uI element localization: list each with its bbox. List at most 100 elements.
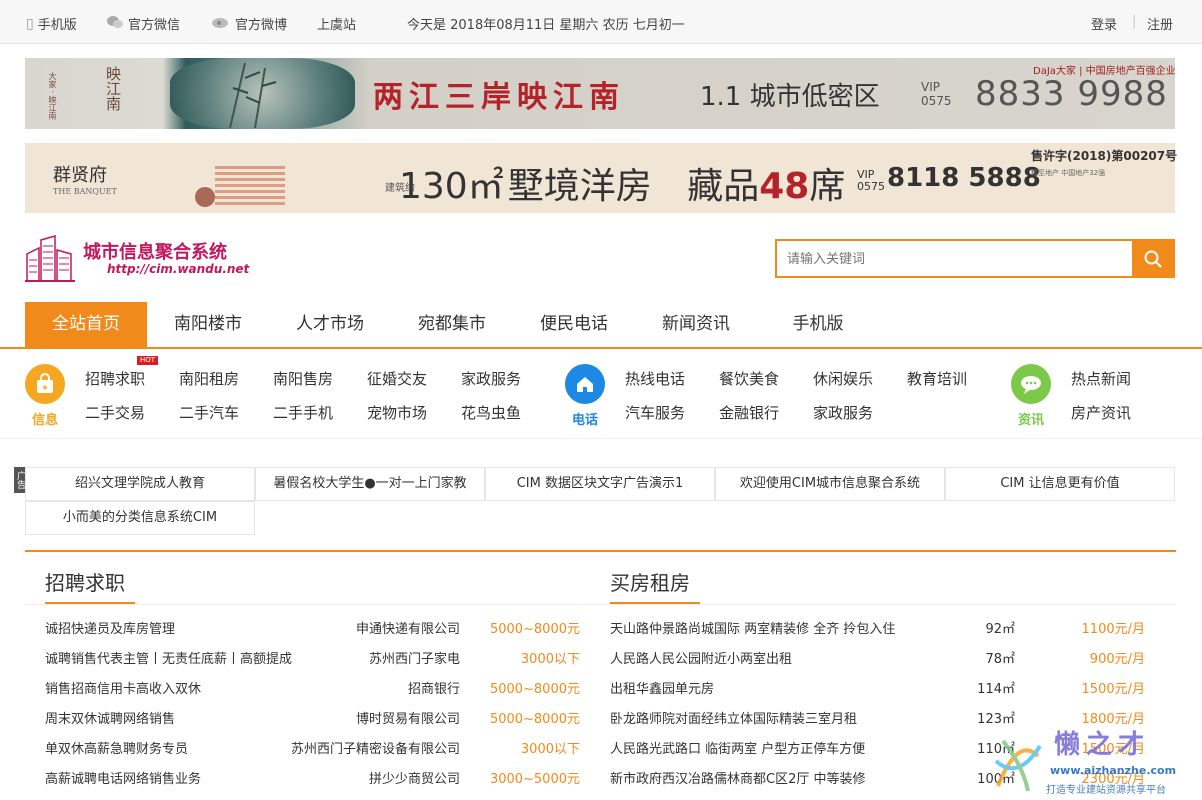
- cat-used-car[interactable]: 二手汽车: [179, 402, 239, 423]
- cat-rent[interactable]: 南阳租房: [179, 368, 239, 389]
- hot-badge: HOT: [137, 356, 159, 365]
- cat-dating[interactable]: 征婚交友: [367, 368, 427, 389]
- login-link[interactable]: 登录: [1091, 14, 1117, 33]
- housing-header: 买房租房: [590, 552, 1176, 605]
- watermark-url: www.aizhanzhe.com: [1050, 764, 1177, 777]
- job-title[interactable]: 诚招快递员及库房管理: [45, 615, 175, 645]
- job-row[interactable]: 诚招快递员及库房管理 申通快递有限公司 5000~8000元: [45, 615, 580, 645]
- banner2-pieces-prefix: 藏品: [687, 166, 760, 207]
- house-area: 78㎡: [985, 652, 1015, 667]
- info-category[interactable]: ★ 信息: [25, 364, 65, 428]
- wechat-link[interactable]: 官方微信: [106, 14, 180, 33]
- register-link[interactable]: 注册: [1147, 14, 1173, 33]
- banner2-permit: 售许字(2018)第00207号: [1031, 149, 1178, 163]
- house-title[interactable]: 卧龙路师院对面经纬立体国际精装三室月租: [610, 705, 857, 735]
- job-company: 苏州西门子精密设备有限公司: [290, 742, 460, 757]
- banner2-fine: 精至地产 中国地产32强: [1031, 169, 1106, 177]
- cat-secondhand[interactable]: 二手交易: [85, 402, 145, 423]
- job-title[interactable]: 诚聘销售代表主管丨无责任底薪丨高额提成: [45, 645, 292, 675]
- cat-hotline[interactable]: 热线电话: [625, 368, 685, 389]
- site-logo[interactable]: 城市信息聚合系统 http://cim.wandu.net: [25, 234, 255, 284]
- job-row[interactable]: 单双休高薪急聘财务专员 苏州西门子精密设备有限公司 3000以下: [45, 735, 580, 765]
- site-switch-link[interactable]: 上虞站: [317, 14, 356, 33]
- jobs-title[interactable]: 招聘求职: [45, 567, 125, 596]
- cat-housekeeping[interactable]: 家政服务: [461, 368, 521, 389]
- cat-food[interactable]: 餐饮美食: [719, 368, 779, 389]
- tab-phonebook[interactable]: 便民电话: [513, 302, 635, 347]
- tab-market[interactable]: 宛都集市: [391, 302, 513, 347]
- cat-auto[interactable]: 汽车服务: [625, 402, 685, 423]
- text-ad-4[interactable]: 欢迎使用CIM城市信息聚合系统: [715, 467, 945, 501]
- house-title[interactable]: 出租华鑫园单元房: [610, 675, 714, 705]
- tab-property[interactable]: 南阳楼市: [147, 302, 269, 347]
- banner1-vip: VIP 0575: [921, 80, 952, 108]
- cat-pets[interactable]: 宠物市场: [367, 402, 427, 423]
- search-input[interactable]: [787, 249, 1127, 269]
- job-title[interactable]: 销售招商信用卡高收入双休: [45, 675, 201, 705]
- cat-jobs[interactable]: 招聘求职: [85, 368, 145, 389]
- job-title[interactable]: 高薪诚聘电话网络销售业务: [45, 765, 201, 795]
- watermark-name: 懒之才: [1054, 730, 1151, 760]
- job-company: 拼少少商贸公司: [368, 772, 460, 787]
- cat-property-news[interactable]: 房产资讯: [1071, 402, 1131, 423]
- text-ad-2[interactable]: 暑假名校大学生●一对一上门家教: [255, 467, 485, 501]
- tab-home[interactable]: 全站首页: [25, 302, 147, 347]
- house-title[interactable]: 人民路人民公园附近小两室出租: [610, 645, 792, 675]
- search-button[interactable]: [1132, 241, 1173, 276]
- house-title[interactable]: 人民路光武路口 临街两室 户型方正停车方便: [610, 735, 865, 765]
- mobile-link[interactable]: ▯ 手机版: [26, 14, 77, 34]
- cat-flowers[interactable]: 花鸟虫鱼: [461, 402, 521, 423]
- house-row[interactable]: 出租华鑫园单元房 114㎡ 1500元/月: [610, 675, 1145, 705]
- job-salary: 3000~5000元: [489, 772, 580, 787]
- weibo-link[interactable]: 官方微博: [211, 14, 287, 33]
- text-ad-1[interactable]: 绍兴文理学院成人教育: [25, 467, 255, 501]
- banner2-phone: 8118 5888: [887, 163, 1041, 193]
- job-title[interactable]: 单双休高薪急聘财务专员: [45, 735, 188, 765]
- job-row[interactable]: 周末双休诚聘网络销售 博时贸易有限公司 5000~8000元: [45, 705, 580, 735]
- phone-category[interactable]: 电话: [565, 364, 605, 428]
- cat-education[interactable]: 教育培训: [907, 368, 967, 389]
- main-nav: 全站首页 南阳楼市 人才市场 宛都集市 便民电话 新闻资讯 手机版: [0, 302, 1202, 349]
- home-icon: [565, 364, 605, 404]
- mobile-label: 手机版: [37, 18, 77, 33]
- topbar-divider: |: [1132, 14, 1137, 29]
- jobs-header: 招聘求职: [25, 552, 595, 605]
- svg-text:★: ★: [41, 383, 48, 392]
- text-ad-3[interactable]: CIM 数据区块文字广告演示1: [485, 467, 715, 501]
- house-area: 92㎡: [985, 622, 1015, 637]
- cat-leisure[interactable]: 休闲娱乐: [813, 368, 873, 389]
- news-category[interactable]: 资讯: [1011, 364, 1051, 428]
- tab-news[interactable]: 新闻资讯: [635, 302, 757, 347]
- house-title[interactable]: 天山路仲景路尚城国际 两室精装修 全齐 拎包入住: [610, 615, 895, 645]
- banner2-size-title: 墅境洋房: [507, 166, 652, 207]
- job-salary: 5000~8000元: [489, 622, 580, 637]
- house-row[interactable]: 天山路仲景路尚城国际 两室精装修 全齐 拎包入住 92㎡ 1100元/月: [610, 615, 1145, 645]
- ad-banner-2[interactable]: 群贤府 THE BANQUET 建筑约130㎡ 墅境洋房 藏品48席 VIP 05…: [25, 143, 1178, 213]
- house-title[interactable]: 新市政府西汉冶路儒林商都C区2厅 中等装修: [610, 765, 865, 795]
- cat-finance[interactable]: 金融银行: [719, 402, 779, 423]
- text-ad-5[interactable]: CIM 让信息更有价值: [945, 467, 1175, 501]
- job-row[interactable]: 销售招商信用卡高收入双休 招商银行 5000~8000元: [45, 675, 580, 705]
- job-row[interactable]: 诚聘销售代表主管丨无责任底薪丨高额提成 苏州西门子家电 3000以下: [45, 645, 580, 675]
- ad-banner-1[interactable]: 大家 · 映江南 映江南 两江三岸映江南 1.1 城市低密区 VIP 0575 …: [25, 58, 1176, 129]
- site-watermark: 懒之才 www.aizhanzhe.com 打造专业建站资源共享平台: [988, 720, 1202, 800]
- tree-image: [195, 187, 215, 207]
- cat-sale[interactable]: 南阳售房: [273, 368, 333, 389]
- cat-hot-news[interactable]: 热点新闻: [1071, 368, 1131, 389]
- banner2-vip: VIP 0575: [857, 168, 885, 193]
- watermark-slogan: 打造专业建站资源共享平台: [1046, 785, 1166, 796]
- job-row[interactable]: 高薪诚聘电话网络销售业务 拼少少商贸公司 3000~5000元: [45, 765, 580, 795]
- job-title[interactable]: 周末双休诚聘网络销售: [45, 705, 175, 735]
- house-row[interactable]: 人民路人民公园附近小两室出租 78㎡ 900元/月: [610, 645, 1145, 675]
- site-label: 上虞站: [317, 18, 357, 33]
- tab-talent[interactable]: 人才市场: [269, 302, 391, 347]
- house-price: 900元/月: [1089, 652, 1145, 667]
- house-area: 114㎡: [977, 682, 1015, 697]
- tab-mobile[interactable]: 手机版: [757, 302, 879, 347]
- cat-used-phone[interactable]: 二手手机: [273, 402, 333, 423]
- watermark-logo-icon: [994, 739, 1042, 792]
- text-ad-6[interactable]: 小而美的分类信息系统CIM: [25, 501, 255, 535]
- weibo-icon: [211, 15, 231, 33]
- housing-title[interactable]: 买房租房: [610, 567, 690, 596]
- cat-home-service[interactable]: 家政服务: [813, 402, 873, 423]
